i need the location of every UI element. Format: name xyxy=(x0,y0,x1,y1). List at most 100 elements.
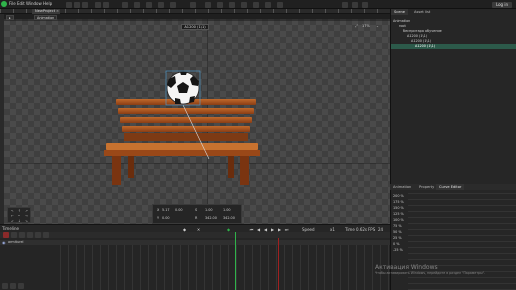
ruler-tick xyxy=(13,9,14,13)
last-frame-button[interactable]: ⏭ xyxy=(284,227,289,232)
login-button[interactable]: Log in xyxy=(491,1,512,8)
bench[interactable] xyxy=(104,99,260,185)
ik-tool-icon[interactable] xyxy=(217,1,223,8)
redo-icon[interactable] xyxy=(103,1,109,8)
ruler-tick xyxy=(351,9,352,13)
nav-right[interactable]: → xyxy=(25,214,28,218)
nav-down-left[interactable]: ↙ xyxy=(11,219,14,223)
track-visibility-icon[interactable]: ◉ xyxy=(2,240,6,245)
tree-item-label: А1200 (1\1) xyxy=(411,39,432,43)
record-icon[interactable] xyxy=(3,232,9,238)
bone-tool-icon[interactable] xyxy=(170,1,176,8)
curve-scale-label: 75 % xyxy=(393,224,402,228)
keyframe-marker[interactable] xyxy=(278,238,279,290)
ruler-tick xyxy=(65,9,66,13)
nav-down[interactable]: ↓ xyxy=(18,219,21,223)
gear-icon[interactable] xyxy=(362,1,368,8)
save-icon[interactable] xyxy=(82,1,88,8)
menu-help[interactable]: Help xyxy=(43,1,52,6)
pos-x2-value[interactable]: 0.00 xyxy=(175,208,183,212)
loop-icon[interactable] xyxy=(19,232,25,238)
mesh-tool-icon[interactable] xyxy=(190,1,196,8)
tab-property[interactable]: Property xyxy=(416,184,437,190)
tree-item-label: Animation xyxy=(393,19,411,23)
pin-tool-icon[interactable] xyxy=(205,1,211,8)
undo-icon[interactable] xyxy=(95,1,101,8)
timeline-header xyxy=(0,232,390,238)
timeline-frames[interactable] xyxy=(60,245,390,290)
ruler-tick xyxy=(143,9,144,13)
curve-scale-label: 200 % xyxy=(393,194,404,198)
copy-key-icon[interactable] xyxy=(35,232,41,238)
tree-item-label: root xyxy=(399,24,406,28)
rotation-value-2[interactable]: 342.00 xyxy=(223,216,235,220)
nav-up-left[interactable]: ↖ xyxy=(11,209,14,213)
curve-editor-grid[interactable] xyxy=(408,192,516,290)
scene-tree: Animation root беспритара обучение А1200… xyxy=(391,19,516,49)
menu-edit[interactable]: Edit xyxy=(17,1,25,6)
curve-scale-label: 25 % xyxy=(393,236,402,240)
help-icon[interactable] xyxy=(342,1,348,8)
lower-panel-tabs: Animation Property Curve Editor xyxy=(390,184,516,190)
scale-y-value[interactable]: 1.00 xyxy=(223,208,231,212)
ruler-tick xyxy=(247,9,248,13)
windows-activation-watermark: Активация Windows Чтобы активировать Win… xyxy=(375,264,485,275)
add-key-icon[interactable]: ◆ xyxy=(182,227,187,232)
tab-asset-list[interactable]: Asset list xyxy=(411,9,433,15)
tab-curve-editor[interactable]: Curve Editor xyxy=(436,184,465,190)
curve-scale-label: -25 % xyxy=(393,248,403,252)
pos-y-value[interactable]: 0.00 xyxy=(162,216,170,220)
rotation-value[interactable]: 342.00 xyxy=(205,216,217,220)
tab-scene[interactable]: Scene xyxy=(391,9,408,15)
nav-left[interactable]: ← xyxy=(11,214,14,218)
nav-center[interactable]: • xyxy=(18,214,20,218)
remove-track-icon[interactable] xyxy=(10,283,16,289)
key-mode-icon[interactable]: ◆ xyxy=(226,227,231,232)
ruler-tick xyxy=(0,9,1,13)
select-tool-icon[interactable] xyxy=(122,1,128,8)
menu-window[interactable]: Window xyxy=(26,1,42,6)
curve-scale-label: 125 % xyxy=(393,212,404,216)
ruler-tick xyxy=(91,9,92,13)
pen-tool-icon[interactable] xyxy=(253,1,259,8)
next-key-button[interactable]: ▶ xyxy=(277,227,282,232)
lock-tool-icon[interactable] xyxy=(265,1,271,8)
ruler-tick xyxy=(312,9,313,13)
ruler-tick xyxy=(117,9,118,13)
nav-down-right[interactable]: ↘ xyxy=(25,219,28,223)
tree-item-label: беспритара обучение xyxy=(403,29,442,33)
tree-item-label: А1200 (1\1) xyxy=(415,44,436,48)
curve-scale-label: 150 % xyxy=(393,206,404,210)
move-tool-icon[interactable] xyxy=(134,1,140,8)
new-file-icon[interactable] xyxy=(66,1,72,8)
onion-skin-icon[interactable] xyxy=(27,232,33,238)
curve-scale-label: 50 % xyxy=(393,230,402,234)
ruler-tick xyxy=(182,9,183,13)
settings-icon[interactable] xyxy=(352,1,358,8)
export-icon[interactable] xyxy=(277,1,283,8)
play-reverse-button[interactable]: ◀ xyxy=(263,227,268,232)
playhead[interactable] xyxy=(235,232,236,290)
ruler-tick xyxy=(78,9,79,13)
scale-value[interactable]: 1.00 xyxy=(205,208,213,212)
add-track-icon[interactable] xyxy=(2,283,8,289)
pos-x-value[interactable]: 5.17 xyxy=(162,208,170,212)
prev-key-button[interactable]: ◀ xyxy=(256,227,261,232)
tab-animation[interactable]: Animation xyxy=(390,184,414,190)
nav-up[interactable]: ↑ xyxy=(18,209,21,213)
first-frame-button[interactable]: ⏮ xyxy=(249,227,254,232)
navigation-pad[interactable]: ↖ ↑ ↗ ← • → ↙ ↓ ↘ xyxy=(7,207,31,223)
delete-key-icon[interactable]: ✕ xyxy=(196,227,201,232)
rotate-tool-icon[interactable] xyxy=(146,1,152,8)
key-filter-icon[interactable] xyxy=(11,232,17,238)
group-track-icon[interactable] xyxy=(18,283,24,289)
camera-tool-icon[interactable] xyxy=(241,1,247,8)
menu-file[interactable]: File xyxy=(9,1,16,6)
nav-up-right[interactable]: ↗ xyxy=(25,209,28,213)
scale-tool-icon[interactable] xyxy=(158,1,164,8)
play-button[interactable]: ▶ xyxy=(270,227,275,232)
open-folder-icon[interactable] xyxy=(74,1,80,8)
tree-item-layer-selected[interactable]: А1200 (1\1) xyxy=(391,44,516,49)
weight-tool-icon[interactable] xyxy=(229,1,235,8)
paste-key-icon[interactable] xyxy=(43,232,49,238)
